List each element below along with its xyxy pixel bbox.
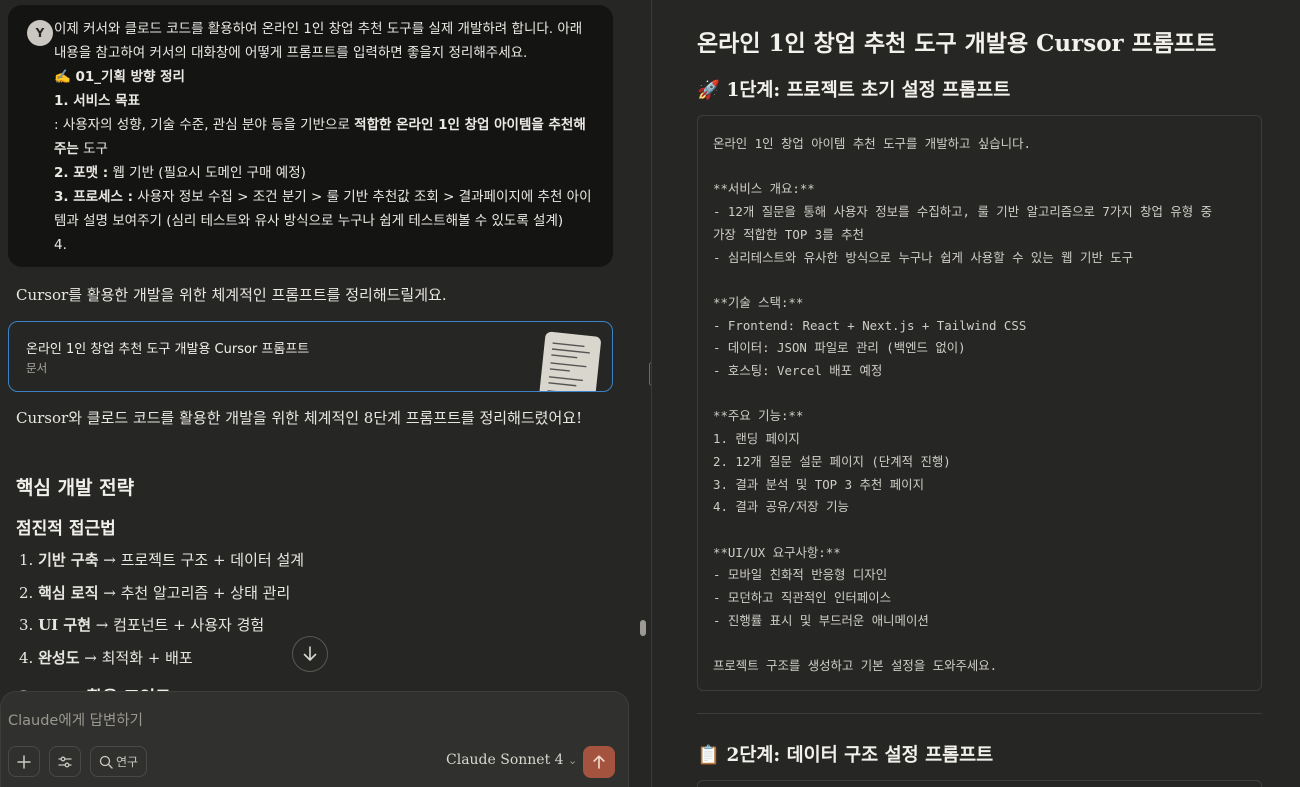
step2-heading: 📋 2단계: 데이터 구조 설정 프롬프트	[697, 745, 994, 766]
user-message-heading: ✍️ 01_기획 방향 정리	[54, 69, 185, 85]
sliders-icon	[58, 756, 72, 767]
chat-pane: Y 이제 커서와 클로드 코드를 활용하여 온라인 1인 창업 추천 도구를 실…	[0, 0, 651, 787]
heading-incremental: 점진적 접근법	[16, 519, 116, 539]
composer: Claude에게 답변하기 연구 Claude Sonnet 4 ⌄	[0, 691, 629, 787]
assistant-summary: Cursor와 클로드 코드를 활용한 개발을 위한 체계적인 8단계 프롬프트…	[16, 409, 583, 427]
artifact-pane: 온라인 1인 창업 추천 도구 개발용 Cursor 프롬프트 🚀 1단계: 프…	[651, 0, 1300, 787]
model-selector[interactable]: Claude Sonnet 4 ⌄	[446, 752, 577, 768]
step1-heading: 🚀 1단계: 프로젝트 초기 설정 프롬프트	[697, 80, 1011, 101]
step1-code-block: 온라인 1인 창업 아이템 추천 도구를 개발하고 싶습니다. **서비스 개요…	[697, 115, 1262, 691]
user-message: Y 이제 커서와 클로드 코드를 활용하여 온라인 1인 창업 추천 도구를 실…	[8, 5, 613, 267]
add-attachment-button[interactable]	[8, 746, 40, 777]
research-label: 연구	[115, 755, 139, 769]
chevron-down-icon: ⌄	[568, 754, 578, 767]
heading-core-strategy: 핵심 개발 전략	[16, 477, 135, 499]
artifact-card[interactable]: 온라인 1인 창업 추천 도구 개발용 Cursor 프롬프트 문서	[8, 321, 613, 392]
strategy-step: 4. 완성도 → 최적화 + 배포	[19, 648, 193, 667]
scroll-to-bottom-button[interactable]	[292, 636, 328, 672]
document-preview-icon	[547, 342, 590, 391]
user-message-item1-title: 1. 서비스 목표	[54, 93, 141, 109]
research-icon	[99, 755, 113, 769]
section-divider	[697, 713, 1262, 714]
artifact-card-title: 온라인 1인 창업 추천 도구 개발용 Cursor 프롬프트	[26, 342, 310, 357]
artifact-card-type: 문서	[26, 361, 48, 375]
user-message-line: 이제 커서와 클로드 코드를 활용하여 온라인 1인 창업 추천 도구를 실제 …	[54, 21, 583, 61]
model-name: Claude Sonnet 4	[446, 752, 564, 768]
step2-code-block	[697, 780, 1262, 787]
tools-button[interactable]	[49, 746, 81, 777]
arrow-down-icon	[303, 646, 317, 661]
artifact-thumbnail	[538, 331, 602, 391]
research-button[interactable]: 연구	[90, 746, 147, 777]
user-message-item1: : 사용자의 성향, 기술 수준, 관심 분야 등을 기반으로 적합한 온라인 …	[54, 117, 586, 157]
arrow-up-icon	[593, 755, 605, 769]
user-message-item4: 4.	[54, 237, 67, 253]
strategy-step: 1. 기반 구축 → 프로젝트 구조 + 데이터 설계	[19, 551, 305, 569]
assistant-intro: Cursor를 활용한 개발을 위한 체계적인 프롬프트를 정리해드릴게요.	[16, 286, 447, 304]
strategy-steps: 1. 기반 구축 → 프로젝트 구조 + 데이터 설계 2. 핵심 로직 → 추…	[19, 544, 304, 674]
plus-icon	[17, 754, 31, 769]
chat-scrollbar[interactable]	[640, 620, 646, 636]
strategy-step: 3. UI 구현 → 컴포넌트 + 사용자 경험	[19, 616, 265, 634]
artifact-title: 온라인 1인 창업 추천 도구 개발용 Cursor 프롬프트	[697, 30, 1217, 57]
strategy-step: 2. 핵심 로직 → 추천 알고리즘 + 상태 관리	[19, 583, 291, 602]
user-message-item3: 3. 프로세스 : 사용자 정보 수집 > 조건 분기 > 룰 기반 추천값 조…	[54, 189, 592, 229]
send-button[interactable]	[583, 746, 615, 778]
reply-input[interactable]: Claude에게 답변하기	[8, 709, 143, 730]
user-avatar: Y	[27, 20, 53, 46]
user-message-item2: 2. 포맷 : 웹 기반 (필요시 도메인 구매 예정)	[54, 165, 306, 181]
